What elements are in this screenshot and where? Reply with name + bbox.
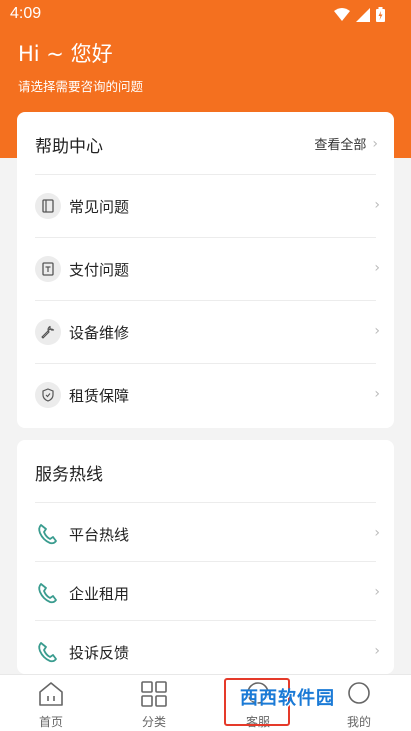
tab-profile-label: 我的 <box>346 715 371 729</box>
help-center-header: 帮助中心 查看全部 › <box>17 112 394 174</box>
chevron-right-icon: › <box>374 323 380 339</box>
help-item-repair[interactable]: 设备维修 › <box>35 300 380 363</box>
help-item-label: 支付问题 <box>69 261 130 279</box>
help-item-label: 设备维修 <box>69 324 130 342</box>
chevron-right-icon: › <box>374 260 380 276</box>
tab-profile[interactable]: 我的 <box>329 681 389 730</box>
hotline-item-label: 平台热线 <box>69 526 130 544</box>
wifi-icon <box>334 8 350 21</box>
profile-icon <box>348 682 370 704</box>
chevron-right-icon: › <box>374 525 380 541</box>
watermark-logo: 西西软件园 <box>240 688 335 709</box>
help-item-faq[interactable]: 常见问题 › <box>35 174 380 237</box>
service-hotline-card: 服务热线 平台热线 › 企业租用 › 投诉反馈 › <box>17 440 394 674</box>
service-hotline-title: 服务热线 <box>35 465 103 485</box>
chevron-right-icon: › <box>374 584 380 600</box>
view-all-label: 查看全部 <box>314 138 367 153</box>
chevron-right-icon: › <box>374 643 380 659</box>
help-center-card: 帮助中心 查看全部 › 常见问题 › 支付问题 › 设备维修 › 租赁保障 › <box>17 112 394 428</box>
book-icon <box>35 193 61 219</box>
bottom-tab-bar: 首页 分类 客服 我的 <box>0 674 411 731</box>
home-icon <box>39 682 63 706</box>
help-item-payment[interactable]: 支付问题 › <box>35 237 380 300</box>
hotline-item-label: 投诉反馈 <box>69 644 130 662</box>
view-all-link[interactable]: 查看全部 › <box>314 134 378 154</box>
status-time: 4:09 <box>10 5 42 22</box>
tab-home[interactable]: 首页 <box>21 681 81 730</box>
phone-icon <box>35 521 61 547</box>
service-hotline-header: 服务热线 <box>17 440 394 502</box>
battery-icon <box>376 7 385 22</box>
help-item-rental-guarantee[interactable]: 租赁保障 › <box>35 363 380 426</box>
payment-doc-icon <box>35 256 61 282</box>
tab-home-label: 首页 <box>38 715 63 729</box>
hotline-item-platform[interactable]: 平台热线 › <box>35 502 380 565</box>
hotline-item-label: 企业租用 <box>69 585 130 603</box>
phone-icon <box>35 639 61 665</box>
status-icons <box>334 7 385 22</box>
grid-icon <box>141 681 167 707</box>
hotline-item-enterprise[interactable]: 企业租用 › <box>35 561 380 624</box>
chevron-right-icon: › <box>374 197 380 213</box>
help-item-label: 租赁保障 <box>69 387 130 405</box>
chevron-right-icon: › <box>372 135 378 152</box>
greeting-subtitle: 请选择需要咨询的问题 <box>18 79 144 94</box>
phone-icon <box>35 580 61 606</box>
status-bar: 4:09 <box>0 0 411 30</box>
signal-icon <box>356 7 370 22</box>
greeting-title: Hi ~ 您好 <box>18 42 113 66</box>
help-center-title: 帮助中心 <box>35 137 103 157</box>
tab-category[interactable]: 分类 <box>124 681 184 730</box>
tab-category-label: 分类 <box>141 715 166 729</box>
help-item-label: 常见问题 <box>69 198 130 216</box>
wrench-icon <box>35 319 61 345</box>
hotline-item-complaint[interactable]: 投诉反馈 › <box>35 620 380 674</box>
shield-icon <box>35 382 61 408</box>
chevron-right-icon: › <box>374 386 380 402</box>
